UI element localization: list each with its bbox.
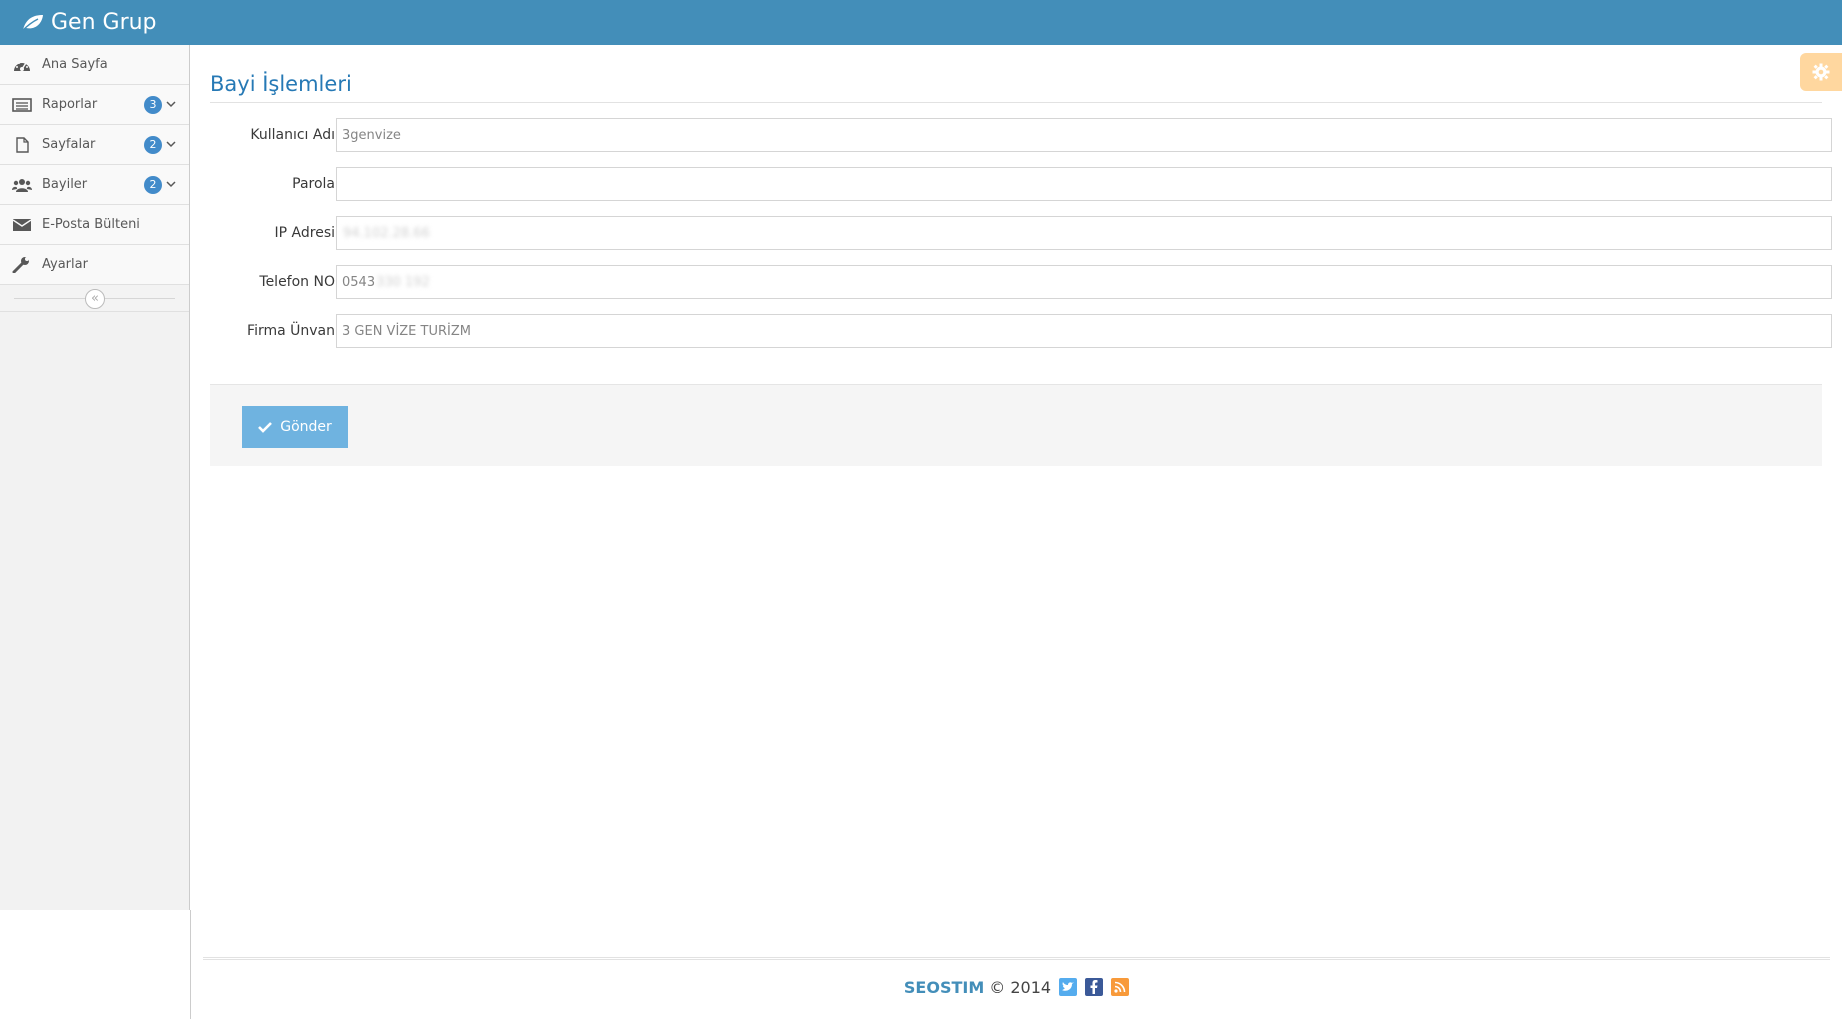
username-value: 3genvize (342, 127, 401, 143)
count-badge: 2 (144, 176, 162, 194)
title-divider (210, 102, 1822, 103)
dashboard-icon (14, 62, 30, 71)
submit-button[interactable]: Gönder (242, 406, 348, 448)
footer: SEOSTIM © 2014 (203, 972, 1830, 1002)
chevron-down-icon (166, 141, 176, 148)
sidebar-item-label: Raporlar (42, 97, 98, 112)
navbar: Gen Grup (0, 0, 1842, 45)
wrench-icon (12, 257, 29, 273)
users-icon (12, 179, 32, 192)
sidebar-item-raporlar[interactable]: Raporlar 3 (0, 85, 189, 125)
form-row-phone: Telefon NO 0543 330 192 (210, 265, 1832, 299)
password-label: Parola (292, 176, 335, 192)
rss-icon[interactable] (1111, 978, 1130, 996)
form-row-username: Kullanıcı Adı 3genvize (210, 118, 1832, 152)
phone-field[interactable]: 0543 330 192 (336, 265, 1832, 299)
count-badge: 3 (144, 96, 162, 114)
company-label: Firma Ünvan (247, 323, 335, 339)
settings-button[interactable] (1800, 53, 1842, 91)
sidebar-collapse-button[interactable]: « (85, 289, 105, 309)
phone-label: Telefon NO (259, 274, 335, 290)
facebook-icon[interactable] (1085, 978, 1104, 996)
leaf-icon (21, 14, 43, 32)
chevron-down-icon (166, 181, 176, 188)
sidebar-item-label: Bayiler (42, 177, 88, 192)
sidebar-item-bayiler[interactable]: Bayiler 2 (0, 165, 189, 205)
check-icon (258, 422, 273, 433)
count-badge: 2 (144, 136, 162, 154)
sidebar-footer-area (0, 910, 191, 1019)
footer-brand[interactable]: SEOSTIM (904, 978, 984, 997)
ip-field[interactable]: 94.102.28.66 (336, 216, 1832, 250)
sidebar-item-label: E-Posta Bülteni (42, 217, 140, 232)
sidebar-item-e-posta-bulteni[interactable]: E-Posta Bülteni (0, 205, 189, 245)
chevron-down-icon (166, 101, 176, 108)
sidebar: Ana Sayfa Raporlar 3 Sayfalar 2 Bayiler … (0, 45, 190, 910)
ip-label: IP Adresi (274, 225, 335, 241)
brand[interactable]: Gen Grup (20, 0, 157, 45)
twitter-icon[interactable] (1059, 978, 1078, 996)
phone-value-blurred: 330 192 (376, 274, 430, 290)
form-row-company: Firma Ünvan 3 GEN VİZE TURİZM (210, 314, 1832, 348)
footer-copyright: © 2014 (989, 977, 1052, 997)
company-value: 3 GEN VİZE TURİZM (342, 323, 471, 339)
footer-divider (203, 957, 1830, 961)
username-field[interactable]: 3genvize (336, 118, 1832, 152)
gear-icon (1812, 63, 1830, 81)
sidebar-item-ana-sayfa[interactable]: Ana Sayfa (0, 45, 189, 85)
file-icon (16, 137, 29, 153)
phone-value-prefix: 0543 (342, 274, 376, 290)
form-row-password: Parola (210, 167, 1832, 201)
ip-value: 94.102.28.66 (343, 225, 430, 241)
form-row-ip: IP Adresi 94.102.28.66 (210, 216, 1832, 250)
sidebar-item-label: Sayfalar (42, 137, 96, 152)
sidebar-item-label: Ana Sayfa (42, 57, 108, 72)
sidebar-item-ayarlar[interactable]: Ayarlar (0, 245, 189, 285)
username-label: Kullanıcı Adı (250, 127, 335, 143)
page-title: Bayi İşlemleri (210, 72, 352, 96)
submit-label: Gönder (280, 419, 332, 435)
brand-name: Gen Grup (51, 10, 157, 35)
sidebar-collapse-bar: « (0, 285, 189, 312)
sidebar-item-label: Ayarlar (42, 257, 88, 272)
form-actions: Gönder (210, 384, 1822, 466)
company-field[interactable]: 3 GEN VİZE TURİZM (336, 314, 1832, 348)
sidebar-item-sayfalar[interactable]: Sayfalar 2 (0, 125, 189, 165)
list-icon (12, 98, 32, 112)
password-field[interactable] (336, 167, 1832, 201)
envelope-icon (12, 219, 32, 231)
